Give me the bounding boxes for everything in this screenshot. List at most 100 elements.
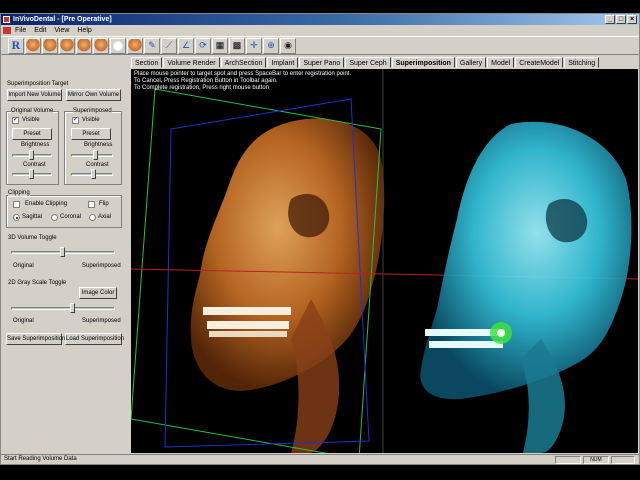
maximize-button[interactable]: □ [616, 15, 626, 24]
flip-checkbox[interactable] [88, 201, 95, 208]
instruction-line-2: To Cancel, Press Registration Button in … [134, 78, 278, 84]
screen-top-band [0, 0, 640, 13]
clipping-label: Clipping [8, 190, 30, 196]
superimposed-contrast-label: Contrast [86, 162, 109, 168]
superimposed-skull-render [420, 121, 632, 453]
tab-superimposition[interactable]: Superimposition [391, 57, 455, 68]
original-preset-button[interactable]: Preset [12, 128, 52, 140]
mirror-own-volume-button[interactable]: Mirror Own Volume [66, 89, 121, 101]
volume-toggle-thumb[interactable] [60, 247, 65, 257]
ruler-icon[interactable]: ✎ [144, 37, 160, 54]
tab-super-ceph[interactable]: Super Ceph [345, 57, 391, 68]
original-visible-label: Visible [22, 117, 40, 123]
flip-label: Flip [99, 201, 109, 207]
superimposed-preset-button[interactable]: Preset [71, 128, 111, 140]
superimposed-visible-label: Visible [82, 117, 100, 123]
registration-r-button[interactable]: R [8, 37, 24, 54]
original-visible-checkbox[interactable]: ✓ [12, 117, 19, 124]
registration-instructions: Place mouse pointer to target spot and p… [134, 71, 351, 92]
sagittal-label: Sagittal [22, 214, 43, 220]
tab-super-pano[interactable]: Super Pano [299, 57, 345, 68]
app-window: InVivoDental - [Pre Operative] _ □ × Fil… [0, 13, 640, 465]
tab-volume-render[interactable]: Volume Render [163, 57, 220, 68]
num-lock-indicator: NUM [583, 456, 609, 464]
superimposed-visible-checkbox[interactable]: ✓ [72, 117, 79, 124]
superimposed-contrast-thumb[interactable] [91, 169, 96, 179]
superimposed-brightness-label: Brightness [84, 142, 113, 148]
minimize-button[interactable]: _ [605, 15, 615, 24]
tab-bar: Section Volume Render ArchSection Implan… [131, 57, 600, 68]
tab-section[interactable]: Section [131, 57, 163, 68]
volume-toggle-superimposed-label: Superimposed [82, 263, 121, 269]
skull-render-icon[interactable] [25, 37, 41, 54]
angle-icon[interactable]: ∠ [178, 37, 194, 54]
tab-model[interactable]: Model [487, 57, 515, 68]
gray-toggle-slider[interactable] [11, 307, 115, 310]
volume-toggle-original-label: Original [13, 263, 34, 269]
gray-toggle-original-label: Original [13, 318, 34, 324]
tab-stitching[interactable]: Stitching [564, 57, 600, 68]
superimposition-viewport[interactable]: Place mouse pointer to target spot and p… [131, 69, 638, 453]
enable-clipping-checkbox[interactable] [13, 201, 20, 208]
window-title: InVivoDental - [Pre Operative] [13, 16, 112, 23]
layout-icon[interactable]: ▦ [212, 37, 228, 54]
axial-label: Axial [98, 214, 112, 220]
image-color-button[interactable]: Image Color [79, 287, 117, 299]
enable-clipping-label: Enable Clipping [25, 201, 68, 207]
volume-render-canvas[interactable] [131, 69, 638, 453]
measure-icon[interactable]: ⟋ [161, 37, 177, 54]
import-new-volume-button[interactable]: Import New Volume [7, 89, 62, 101]
menu-bar: File Edit View Help [1, 25, 639, 35]
tab-archsection[interactable]: ArchSection [220, 57, 267, 68]
axial-radio[interactable] [89, 214, 96, 221]
superimposed-brightness-thumb[interactable] [93, 150, 98, 160]
menu-view[interactable]: View [54, 27, 69, 34]
eye-icon[interactable]: ◉ [280, 37, 296, 54]
coronal-label: Coronal [60, 214, 82, 220]
original-volume-label: Original Volume [11, 108, 54, 114]
grid-icon[interactable]: ▩ [229, 37, 245, 54]
window-controls: _ □ × [605, 15, 637, 24]
original-skull-render [190, 118, 385, 453]
coronal-radio[interactable] [51, 214, 58, 221]
status-cell-blank [555, 456, 581, 464]
menu-help[interactable]: Help [77, 27, 91, 34]
tab-implant[interactable]: Implant [267, 57, 299, 68]
superimposed-label: Superimposed [73, 108, 112, 114]
tab-createmodel[interactable]: CreateModel [515, 57, 564, 68]
status-cell-blank-2 [611, 456, 635, 464]
status-text: Start Reading Volume Data [4, 456, 77, 462]
toolbar: R ✎ ⟋ ∠ ⟳ ▦ ▩ ✛ ⊕ ◉ [1, 36, 639, 55]
title-bar: InVivoDental - [Pre Operative] _ □ × [1, 14, 639, 25]
menu-file[interactable]: File [15, 27, 26, 34]
gray-toggle-superimposed-label: Superimposed [82, 318, 121, 324]
soft-tissue-render-icon[interactable] [127, 37, 143, 54]
original-brightness-thumb[interactable] [29, 150, 34, 160]
superimposed-brightness-slider[interactable] [71, 154, 113, 157]
document-icon[interactable] [3, 26, 11, 34]
screen-bottom-band [0, 465, 640, 480]
skin-render-icon[interactable] [59, 37, 75, 54]
instruction-line-3: To Complete registration, Press right mo… [134, 85, 270, 91]
bone-render-icon[interactable] [76, 37, 92, 54]
original-brightness-label: Brightness [21, 142, 50, 148]
face-render-icon[interactable] [42, 37, 58, 54]
original-contrast-thumb[interactable] [29, 169, 34, 179]
superimposition-panel: Superimposition Target Import New Volume… [1, 56, 129, 452]
load-superimposition-button[interactable]: Load Superimposition [65, 333, 124, 345]
profile-render-icon[interactable] [93, 37, 109, 54]
tab-gallery[interactable]: Gallery [455, 57, 487, 68]
teeth-render-icon[interactable] [110, 37, 126, 54]
menu-edit[interactable]: Edit [34, 27, 46, 34]
target-icon[interactable]: ⊕ [263, 37, 279, 54]
original-contrast-label: Contrast [23, 162, 46, 168]
status-bar: Start Reading Volume Data NUM [1, 454, 639, 464]
gray-toggle-label: 2D Gray Scale Toggle [8, 280, 67, 286]
close-button[interactable]: × [627, 15, 637, 24]
superimposition-target-label: Superimposition Target [7, 81, 69, 87]
rotate-icon[interactable]: ⟳ [195, 37, 211, 54]
save-superimposition-button[interactable]: Save Superimposition [6, 333, 65, 345]
gray-toggle-thumb[interactable] [70, 303, 75, 313]
sagittal-radio[interactable] [13, 214, 20, 221]
crosshair-icon[interactable]: ✛ [246, 37, 262, 54]
